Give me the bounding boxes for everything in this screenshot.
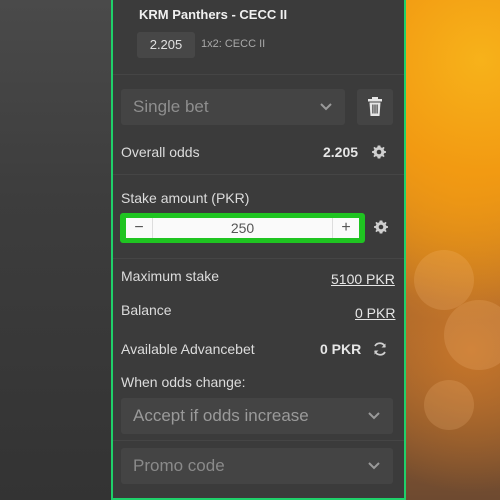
delete-bet-button[interactable]: [357, 89, 393, 125]
bokeh-light: [414, 250, 474, 310]
odds-change-selected: Accept if odds increase: [133, 406, 309, 425]
promo-code-placeholder: Promo code: [133, 456, 225, 475]
stake-stepper[interactable]: − 250 +: [126, 218, 359, 238]
maximum-stake-link[interactable]: 5100 PKR: [331, 271, 395, 287]
overall-odds-value: 2.205: [323, 144, 359, 160]
gear-icon[interactable]: [371, 144, 387, 160]
stake-label: Stake amount (PKR): [121, 190, 250, 206]
odds-change-select[interactable]: Accept if odds increase: [121, 398, 393, 434]
odds-change-label: When odds change:: [121, 374, 246, 390]
selection-market: 1x2: CECC II: [201, 38, 266, 50]
advancebet-label: Available Advancebet: [121, 341, 255, 357]
bet-slip-panel: KRM Panthers - CECC II 2.205 1x2: CECC I…: [111, 0, 406, 500]
refresh-icon[interactable]: [372, 341, 388, 357]
chevron-down-icon: [319, 89, 333, 138]
stake-decrease-button[interactable]: −: [126, 218, 153, 238]
divider: [113, 440, 404, 441]
gear-icon[interactable]: [373, 219, 389, 235]
stake-increase-button[interactable]: +: [332, 218, 359, 238]
divider: [113, 258, 404, 259]
balance-label: Balance: [121, 302, 172, 318]
promo-code-input[interactable]: Promo code: [121, 448, 393, 484]
balance-link[interactable]: 0 PKR: [355, 305, 395, 321]
bokeh-light: [444, 300, 500, 370]
trash-icon: [368, 97, 382, 116]
divider: [113, 174, 404, 175]
overall-odds-label: Overall odds: [121, 144, 200, 160]
divider: [113, 74, 404, 75]
selection-odds: 2.205: [137, 32, 195, 58]
bokeh-light: [424, 380, 474, 430]
stake-input[interactable]: 250: [153, 220, 332, 236]
maximum-stake-label: Maximum stake: [121, 268, 220, 284]
match-title: KRM Panthers - CECC II: [139, 7, 288, 22]
chevron-down-icon: [367, 448, 381, 497]
background-left: [0, 0, 112, 500]
advancebet-value: 0 PKR: [320, 341, 362, 357]
bet-type-select[interactable]: Single bet: [121, 89, 345, 125]
bet-type-selected: Single bet: [133, 97, 209, 116]
stake-highlight: − 250 +: [120, 213, 365, 243]
background-right: [404, 0, 500, 500]
